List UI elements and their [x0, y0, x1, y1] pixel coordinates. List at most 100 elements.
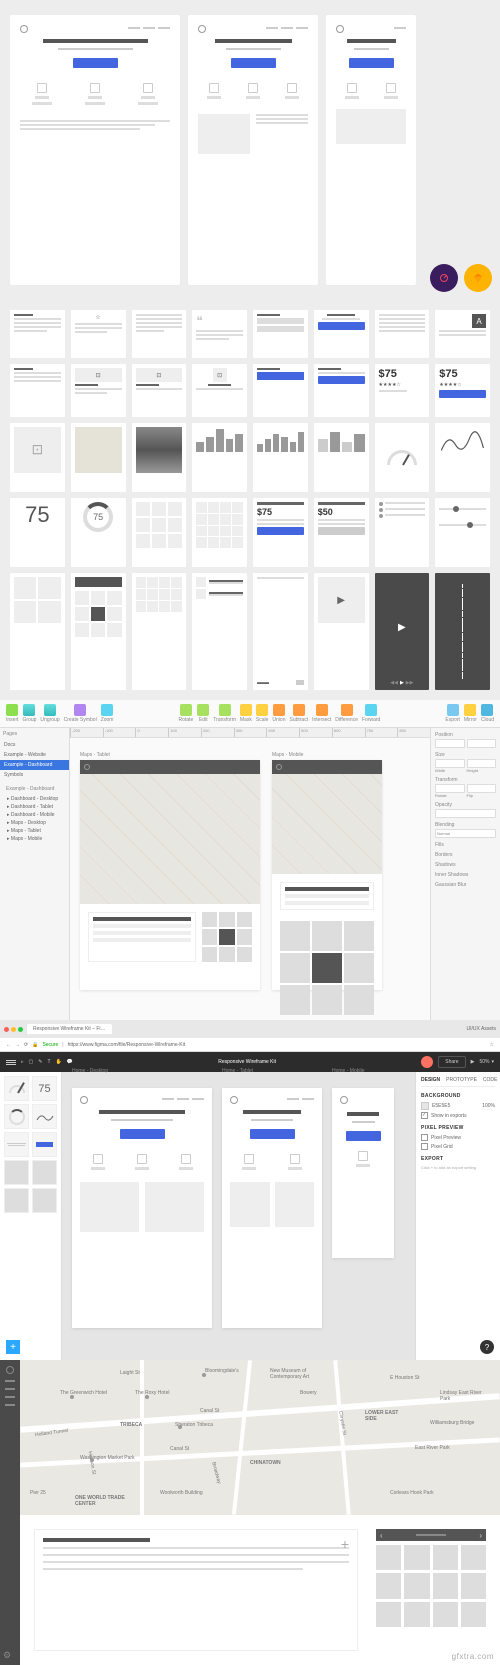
tool-difference[interactable]: Difference: [335, 704, 358, 723]
back-icon[interactable]: ←: [6, 1042, 11, 1048]
layer-item[interactable]: ▸ Maps - Desktop: [3, 819, 66, 827]
tool-mask[interactable]: Mask: [240, 704, 252, 723]
input-h[interactable]: [467, 759, 497, 768]
tool-rotate[interactable]: Rotate: [179, 704, 194, 723]
cta-button[interactable]: [73, 58, 118, 68]
page-item[interactable]: Docs: [0, 740, 69, 750]
plus-icon[interactable]: +: [341, 1536, 349, 1552]
asset-thumb[interactable]: [32, 1132, 57, 1157]
button[interactable]: [439, 390, 486, 398]
layer-item[interactable]: ▸ Dashboard - Tablet: [3, 803, 66, 811]
tool-group[interactable]: Group: [23, 704, 37, 723]
url-text[interactable]: https://www.figma.com/file/Responsive-Wi…: [68, 1042, 186, 1048]
add-button[interactable]: +: [6, 1340, 20, 1354]
prop-section[interactable]: Gaussian Blur: [435, 882, 496, 888]
thumb[interactable]: [461, 1573, 486, 1598]
prop-section[interactable]: Borders: [435, 852, 496, 858]
tool-mirror[interactable]: Mirror: [464, 704, 477, 723]
hand-tool-icon[interactable]: ✋: [56, 1059, 62, 1065]
asset-thumb[interactable]: [4, 1160, 29, 1185]
checkbox[interactable]: [421, 1143, 428, 1150]
asset-thumb[interactable]: [4, 1076, 29, 1101]
asset-thumb[interactable]: [32, 1104, 57, 1129]
prop-section[interactable]: Fills: [435, 842, 496, 848]
thumb[interactable]: [376, 1545, 401, 1570]
layer-item[interactable]: ▸ Dashboard - Mobile: [3, 811, 66, 819]
input-w[interactable]: [435, 759, 465, 768]
frame-label[interactable]: Home - Desktop: [72, 1068, 212, 1074]
prop-section[interactable]: Shadows: [435, 862, 496, 868]
tool-edit[interactable]: Edit: [197, 704, 209, 723]
asset-thumb[interactable]: [4, 1104, 29, 1129]
browser-tab[interactable]: Responsive Wireframe Kit – Fi…: [27, 1024, 112, 1034]
thumb[interactable]: [404, 1545, 429, 1570]
help-button[interactable]: ?: [480, 1340, 494, 1354]
opacity-value[interactable]: 100%: [482, 1103, 495, 1109]
gear-icon[interactable]: ⚙: [3, 1650, 11, 1661]
artboard-mobile[interactable]: [272, 760, 382, 990]
move-tool-icon[interactable]: ▹: [21, 1059, 24, 1065]
thumb[interactable]: [433, 1545, 458, 1570]
tool-insert[interactable]: Insert: [6, 704, 19, 723]
frame-tablet[interactable]: [222, 1088, 322, 1328]
zoom-control[interactable]: 50%▾: [479, 1059, 494, 1065]
checkbox[interactable]: [421, 1112, 428, 1119]
frame-label[interactable]: Home - Mobile: [332, 1068, 394, 1074]
thumb[interactable]: [376, 1602, 401, 1627]
search-input[interactable]: [257, 372, 304, 380]
tab-design[interactable]: DESIGN: [421, 1077, 440, 1083]
cta-button[interactable]: [349, 58, 394, 68]
asset-thumb[interactable]: 75: [32, 1076, 57, 1101]
thumb[interactable]: [461, 1602, 486, 1627]
pen-tool-icon[interactable]: ✎: [38, 1059, 42, 1065]
page-item[interactable]: Symbols: [0, 770, 69, 780]
tool-transform[interactable]: Transform: [213, 704, 236, 723]
input-rotate[interactable]: [435, 784, 465, 793]
button[interactable]: [318, 527, 365, 535]
nav-item[interactable]: [5, 1380, 15, 1382]
nav-item[interactable]: [5, 1396, 15, 1398]
cta-button[interactable]: [120, 1129, 165, 1139]
avatar[interactable]: [421, 1056, 433, 1068]
asset-thumb[interactable]: [32, 1160, 57, 1185]
tool-zoom[interactable]: Zoom: [101, 704, 114, 723]
color-swatch[interactable]: [421, 1102, 429, 1110]
button[interactable]: [318, 376, 365, 384]
cta-button[interactable]: [250, 1129, 295, 1139]
next-icon[interactable]: ›: [479, 1531, 482, 1540]
page-item[interactable]: Example - Website: [0, 750, 69, 760]
slider-opacity[interactable]: [435, 809, 496, 818]
input-x[interactable]: [435, 739, 465, 748]
tool-intersect[interactable]: Intersect: [312, 704, 331, 723]
cta-button[interactable]: [346, 1131, 381, 1141]
nav-item[interactable]: [5, 1404, 15, 1406]
frame-label[interactable]: Home - Tablet: [222, 1068, 322, 1074]
input-y[interactable]: [467, 739, 497, 748]
sketch-canvas[interactable]: -200-1000100200300400500600700800 Maps -…: [70, 728, 430, 1020]
thumb[interactable]: [461, 1545, 486, 1570]
tool-union[interactable]: Union: [272, 704, 285, 723]
tool-symbol[interactable]: Create Symbol: [64, 704, 97, 723]
thumb[interactable]: [404, 1602, 429, 1627]
layer-item[interactable]: ▸ Maps - Tablet: [3, 827, 66, 835]
menu-icon[interactable]: [6, 1057, 16, 1067]
tool-subtract[interactable]: Subtract: [289, 704, 308, 723]
figma-canvas[interactable]: Home - Desktop Home - Tablet: [62, 1072, 415, 1360]
color-value[interactable]: E5E5E5: [432, 1103, 450, 1109]
tab-prototype[interactable]: PROTOTYPE: [446, 1077, 477, 1083]
frame-tool-icon[interactable]: ▢: [29, 1059, 34, 1065]
star-icon[interactable]: ☆: [490, 1042, 494, 1048]
asset-thumb[interactable]: [4, 1132, 29, 1157]
present-icon[interactable]: ▶: [471, 1059, 475, 1065]
layer-item[interactable]: ▸ Maps - Mobile: [3, 835, 66, 843]
thumb[interactable]: [433, 1573, 458, 1598]
tab-code[interactable]: CODE: [483, 1077, 497, 1083]
page-item-selected[interactable]: Example - Dashboard: [0, 760, 69, 770]
share-button[interactable]: Share: [438, 1056, 465, 1068]
button[interactable]: [257, 527, 304, 535]
select-blending[interactable]: Normal: [435, 829, 496, 838]
thumb[interactable]: [433, 1602, 458, 1627]
artboard-tablet[interactable]: [80, 760, 260, 990]
frame-desktop[interactable]: [72, 1088, 212, 1328]
input-flip[interactable]: [467, 784, 497, 793]
